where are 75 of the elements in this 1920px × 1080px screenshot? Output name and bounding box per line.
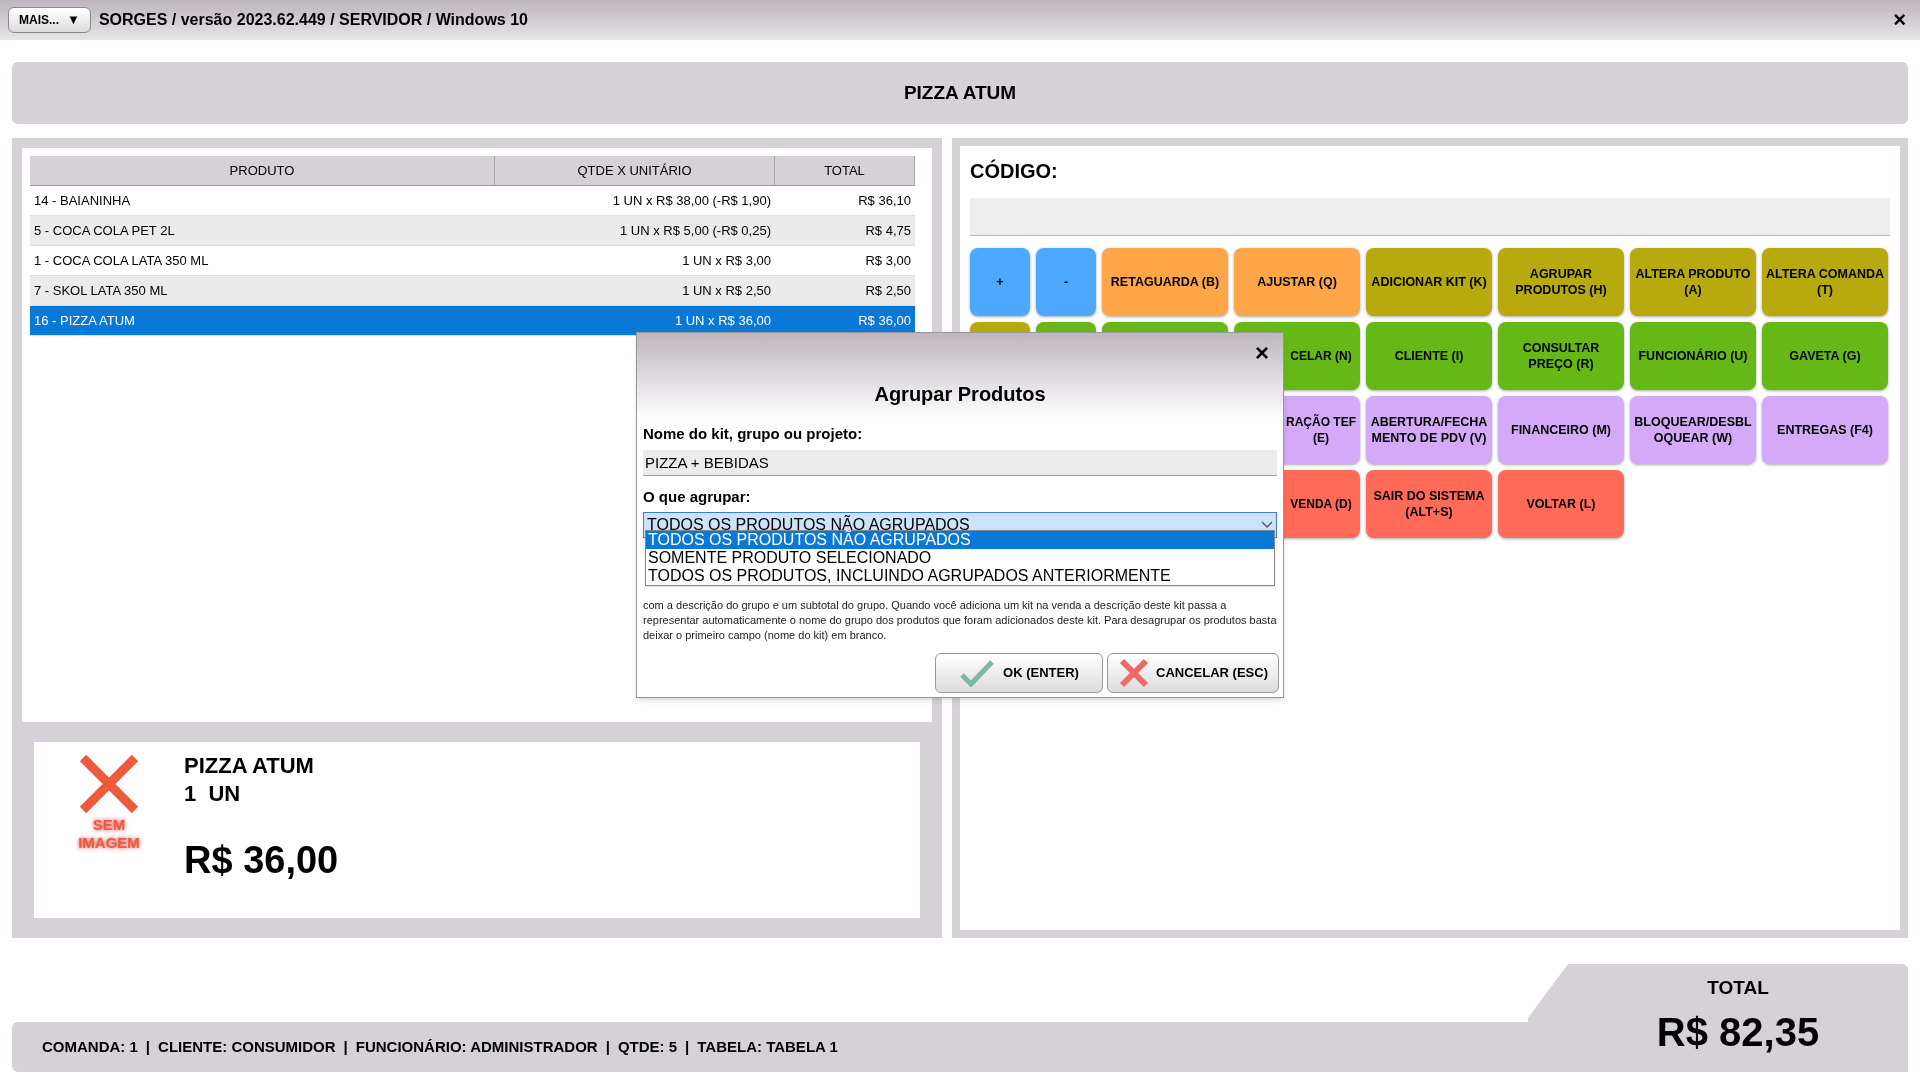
action-button[interactable]: ABERTURA/FECHAMENTO DE PDV (V): [1366, 396, 1492, 464]
separator: |: [605, 1036, 610, 1057]
action-button[interactable]: -: [1036, 248, 1096, 316]
table-cell-text: R$ 36,00: [857, 311, 912, 330]
table-cell-text: R$ 36,10: [857, 191, 912, 210]
table-cell-text: 1 UN x R$ 3,00: [681, 251, 772, 270]
total-label: TOTAL: [1707, 975, 1769, 1000]
table-row[interactable]: 16 - PIZZA ATUM 1 UN x R$ 36,00 R$ 36,00: [30, 306, 915, 336]
table-cell-text: 1 UN x R$ 2,50: [681, 281, 772, 300]
close-button[interactable]: ×: [1255, 341, 1269, 365]
separator: |: [343, 1036, 348, 1057]
action-button[interactable]: FUNCIONÁRIO (U): [1630, 322, 1756, 390]
table-cell-text: 1 - COCA COLA LATA 350 ML: [33, 251, 210, 270]
action-button[interactable]: GAVETA (G): [1762, 322, 1888, 390]
column-header[interactable]: QTDE X UNITÁRIO: [495, 156, 775, 185]
action-button[interactable]: ALTERA PRODUTO (A): [1630, 248, 1756, 316]
ok-button[interactable]: OK (ENTER): [935, 653, 1103, 693]
action-button[interactable]: +: [970, 248, 1030, 316]
close-button[interactable]: ×: [1887, 9, 1912, 31]
no-image-icon: [77, 752, 141, 816]
x-icon: [1118, 657, 1150, 689]
column-header[interactable]: TOTAL: [775, 156, 915, 185]
cancel-button[interactable]: CANCELAR (ESC): [1107, 653, 1279, 693]
action-button[interactable]: VOLTAR (L): [1498, 470, 1624, 538]
separator: |: [685, 1036, 690, 1057]
action-button[interactable]: ENTREGAS (F4): [1762, 396, 1888, 464]
action-button[interactable]: SAIR DO SISTEMA (ALT+S): [1366, 470, 1492, 538]
status-item: FUNCIONÁRIO: ADMINISTRADOR: [355, 1036, 598, 1057]
action-button[interactable]: BLOQUEAR/DESBLOQUEAR (W): [1630, 396, 1756, 464]
table-cell-text: 16 - PIZZA ATUM: [33, 311, 136, 330]
action-button[interactable]: CONSULTAR PREÇO (R): [1498, 322, 1624, 390]
table-cell-text: R$ 4,75: [864, 221, 912, 240]
table-cell-text: R$ 3,00: [864, 251, 912, 270]
action-button[interactable]: CLIENTE (I): [1366, 322, 1492, 390]
field-label: O que agrupar:: [643, 486, 752, 507]
window-title: SORGES / versão 2023.62.449 / SERVIDOR / Windows 10: [98, 10, 528, 30]
product-quantity: 1 UN: [184, 780, 242, 808]
column-header[interactable]: PRODUTO: [30, 156, 495, 185]
dialog-title: Agrupar Produtos: [874, 382, 1046, 407]
separator: |: [145, 1036, 151, 1057]
table-cell-text: 1 UN x R$ 5,00 (-R$ 0,25): [619, 221, 772, 240]
product-name: PIZZA ATUM: [184, 752, 315, 780]
status-item: COMANDA: 1: [42, 1036, 138, 1057]
dropdown-option[interactable]: TODOS OS PRODUTOS NÃO AGRUPADOS: [646, 531, 1274, 549]
dropdown-option[interactable]: SOMENTE PRODUTO SELECIONADO: [646, 549, 1274, 567]
check-icon: [959, 659, 996, 687]
menu-button[interactable]: MAIS... ▼: [8, 7, 91, 33]
no-image-label: SEM IMAGEM: [77, 816, 141, 852]
table-row[interactable]: 5 - COCA COLA PET 2L 1 UN x R$ 5,00 (-R$ 0,25) R$ 4,75: [30, 216, 915, 246]
table-cell-text: 1 UN x R$ 36,00: [673, 311, 772, 330]
table-cell-text: R$ 2,50: [864, 281, 912, 300]
description-text: com a descrição do grupo e um subtotal do grupo. Quando você adiciona um kit na venda a descrição deste kit passa a representar automaticamente o nome do grupo dos produtos que foram adicionados deste kit. Para desagrupar os produtos basta deixar o primeiro campo (nome do kit) em branco.: [643, 598, 1277, 643]
code-field[interactable]: [970, 198, 1890, 236]
action-button[interactable]: AGRUPAR PRODUTOS (H): [1498, 248, 1624, 316]
product-price: R$ 36,00: [184, 838, 339, 883]
status-item: TABELA: TABELA 1: [697, 1036, 838, 1057]
action-button[interactable]: ADICIONAR KIT (K): [1366, 248, 1492, 316]
status-item: CLIENTE: CONSUMIDOR: [158, 1036, 336, 1057]
table-cell-text: 1 UN x R$ 38,00 (-R$ 1,90): [611, 191, 772, 210]
code-label: CÓDIGO:: [970, 158, 1059, 184]
table-row[interactable]: 7 - SKOL LATA 350 ML 1 UN x R$ 2,50 R$ 2,50: [30, 276, 915, 306]
kit-name-field[interactable]: PIZZA + BEBIDAS: [643, 449, 1277, 476]
field-label: Nome do kit, grupo ou projeto:: [643, 424, 864, 444]
dropdown-option[interactable]: TODOS OS PRODUTOS, INCLUINDO AGRUPADOS ANTERIORMENTE: [646, 567, 1274, 585]
total-value: R$ 82,35: [1656, 1009, 1820, 1057]
chevron-down-icon: [1261, 521, 1273, 529]
action-button[interactable]: FINANCEIRO (M): [1498, 396, 1624, 464]
table-cell-text: 7 - SKOL LATA 350 ML: [33, 281, 169, 300]
status-item: QTDE: 5: [617, 1036, 678, 1057]
action-button[interactable]: ALTERA COMANDA (T): [1762, 248, 1888, 316]
action-button[interactable]: RETAGUARDA (B): [1102, 248, 1228, 316]
action-button[interactable]: AJUSTAR (Q): [1234, 248, 1360, 316]
table-cell-text: 5 - COCA COLA PET 2L: [33, 221, 176, 240]
product-title: PIZZA ATUM: [903, 80, 1017, 105]
table-cell-text: 14 - BAIANINHA: [33, 191, 132, 210]
